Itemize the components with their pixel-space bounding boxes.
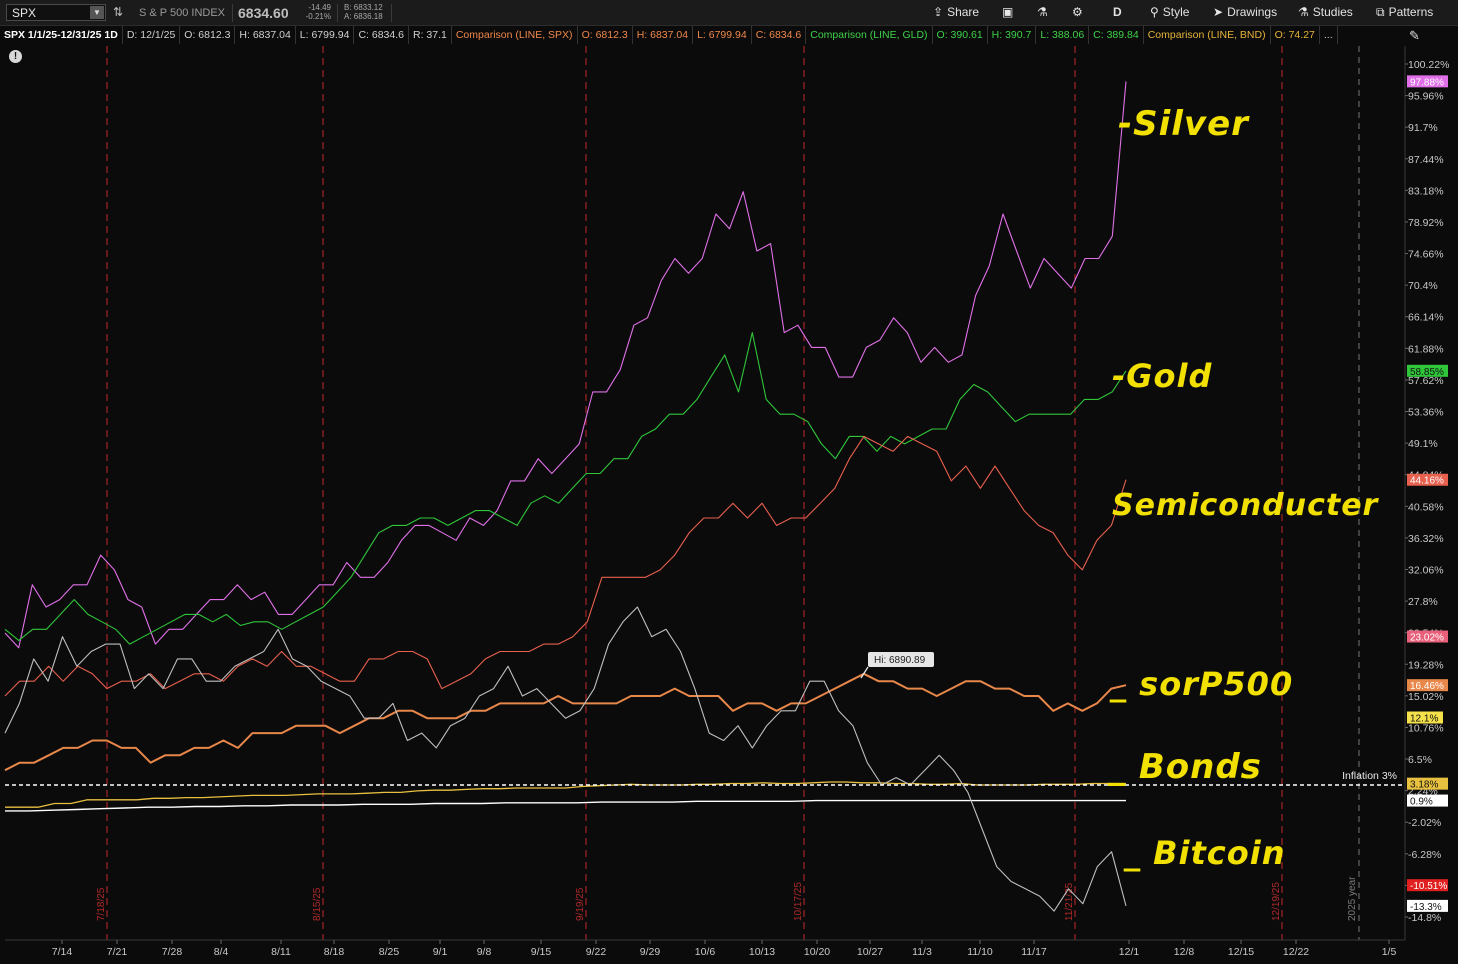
event-marker-label: 12/19/25 (1271, 882, 1282, 921)
value-badge-text: 23.02% (1410, 633, 1444, 644)
y-tick-label: 19.28% (1408, 659, 1444, 671)
value-badge-text: -10.51% (1410, 881, 1447, 892)
x-tick-label: 10/6 (695, 946, 716, 958)
x-tick-label: 11/17 (1021, 946, 1047, 958)
y-tick-label: 66.14% (1408, 312, 1444, 324)
value-badge-text: 0.9% (1410, 797, 1433, 808)
series-line-cash (5, 799, 1126, 812)
x-tick-label: 8/11 (271, 946, 291, 958)
y-tick-label: 6.5% (1408, 754, 1432, 766)
x-tick-label: 8/4 (214, 946, 229, 958)
y-tick-label: 95.96% (1408, 91, 1444, 103)
x-tick-label: 10/13 (749, 946, 775, 958)
x-tick-label: 9/15 (531, 946, 552, 958)
hi-callout-text: Hi: 6890.89 (874, 655, 926, 666)
y-tick-label: 83.18% (1408, 185, 1444, 197)
value-badge-text: -13.3% (1410, 902, 1442, 913)
y-tick-label: 27.8% (1408, 596, 1438, 608)
x-tick-label: 11/10 (967, 946, 993, 958)
annotation-gold: -Gold (1112, 357, 1213, 395)
y-tick-label: 70.4% (1408, 280, 1438, 292)
y-tick-label: -14.8% (1408, 912, 1441, 924)
y-tick-label: 100.22% (1408, 59, 1449, 71)
value-badge-text: 44.16% (1410, 476, 1444, 487)
x-tick-label: 10/20 (804, 946, 830, 958)
y-tick-label: 87.44% (1408, 154, 1444, 166)
value-badge-text: 16.46% (1410, 681, 1444, 692)
x-tick-label: 9/22 (586, 946, 607, 958)
value-badge-text: 3.18% (1410, 780, 1438, 791)
y-tick-label: 53.36% (1408, 407, 1444, 419)
x-tick-label: 12/1 (1119, 946, 1140, 958)
y-tick-label: -6.28% (1408, 849, 1441, 861)
x-tick-label: 9/8 (477, 946, 492, 958)
y-tick-label: 61.88% (1408, 343, 1444, 355)
y-tick-label: 74.66% (1408, 249, 1444, 261)
x-tick-label: 9/29 (640, 946, 661, 958)
series-line-sorp500 (4, 672, 1127, 772)
y-tick-label: 15.02% (1408, 691, 1444, 703)
value-badge-text: 97.88% (1410, 77, 1444, 88)
x-tick-label: 10/27 (857, 946, 883, 958)
x-tick-label: 7/21 (107, 946, 128, 958)
x-tick-label: 7/28 (162, 946, 183, 958)
y-tick-label: 78.92% (1408, 217, 1444, 229)
x-tick-label: 11/3 (912, 946, 932, 958)
x-tick-label: 7/14 (52, 946, 73, 958)
y-tick-label: 49.1% (1408, 438, 1438, 450)
x-tick-label: 12/22 (1283, 946, 1309, 958)
value-badge-text: 12.1% (1410, 714, 1438, 725)
x-tick-label: 8/18 (324, 946, 345, 958)
value-badge-text: 58.85% (1410, 367, 1444, 378)
x-tick-label: 9/1 (433, 946, 448, 958)
y-tick-label: -2.02% (1408, 817, 1441, 829)
y-tick-label: 32.06% (1408, 564, 1444, 576)
annotation-spx: _ sorP500 (1109, 665, 1293, 703)
annotation-bonds: _ Bonds (1107, 747, 1262, 787)
event-marker-label: 7/18/25 (96, 887, 107, 921)
series-line-bitcoin (4, 606, 1127, 912)
comparison-chart: 7/18/25 8/15/25 9/19/25 10/17/25 11/21/25 12/… (4, 46, 1449, 958)
event-marker-label: 11/21/25 (1064, 882, 1075, 921)
hi-callout: Hi: 6890.89 (860, 652, 934, 679)
y-tick-label: 36.32% (1408, 533, 1444, 545)
x-tick-label: 12/15 (1228, 946, 1254, 958)
y-tick-label: 40.58% (1408, 501, 1444, 513)
event-marker-label: 8/15/25 (312, 887, 323, 921)
annotation-bitcoin: _ Bitcoin (1123, 834, 1286, 872)
event-marker-label: 10/17/25 (793, 882, 804, 921)
y-tick-label: 91.7% (1408, 122, 1438, 134)
x-tick-label: 8/25 (379, 946, 400, 958)
year-marker-label: 2025 year (1347, 876, 1358, 921)
x-tick-label: 12/8 (1174, 946, 1195, 958)
event-marker-label: 9/19/25 (575, 887, 586, 921)
series-line-gold (4, 332, 1127, 645)
annotation-semi: Semiconducter (1112, 488, 1380, 523)
inflation-label: Inflation 3% (1342, 770, 1397, 782)
series-line-silver (4, 81, 1127, 649)
x-tick-label: 1/5 (1382, 946, 1397, 958)
annotation-silver: -Silver (1118, 104, 1250, 144)
series-line-semiconducter (4, 435, 1127, 697)
